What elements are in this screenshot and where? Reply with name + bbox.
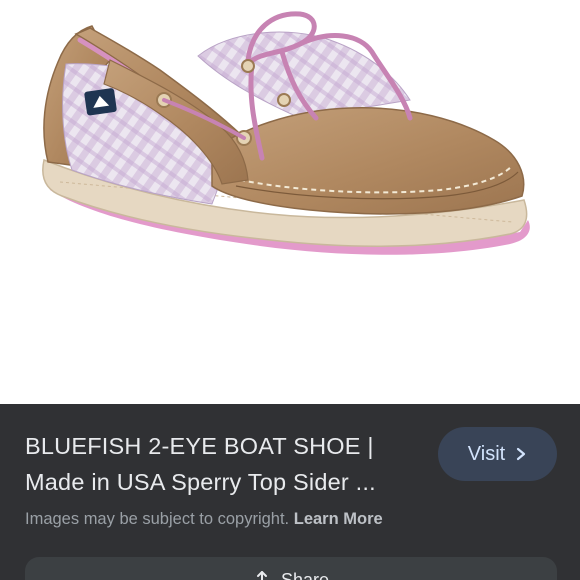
copyright-text: Images may be subject to copyright. [25, 510, 290, 528]
share-button-label: Share [280, 570, 330, 580]
copyright-notice: Images may be subject to copyright. Lear… [25, 510, 383, 529]
chevron-right-icon [517, 447, 526, 461]
learn-more-link[interactable]: Learn More [294, 510, 383, 528]
result-title-line-2[interactable]: Made in USA Sperry Top Sider ... [25, 464, 420, 500]
result-title[interactable]: BLUEFISH 2-EYE BOAT SHOE | Made in USA S… [25, 428, 420, 500]
product-image[interactable] [0, 0, 580, 404]
boat-shoe-image [42, 11, 530, 255]
visit-button[interactable]: Visit [438, 427, 557, 481]
result-detail-panel: BLUEFISH 2-EYE BOAT SHOE | Made in USA S… [0, 404, 580, 580]
share-button[interactable]: Share [25, 557, 557, 580]
visit-button-label: Visit [467, 442, 506, 465]
result-title-line-1[interactable]: BLUEFISH 2-EYE BOAT SHOE | [25, 428, 420, 464]
share-icon [256, 571, 267, 580]
